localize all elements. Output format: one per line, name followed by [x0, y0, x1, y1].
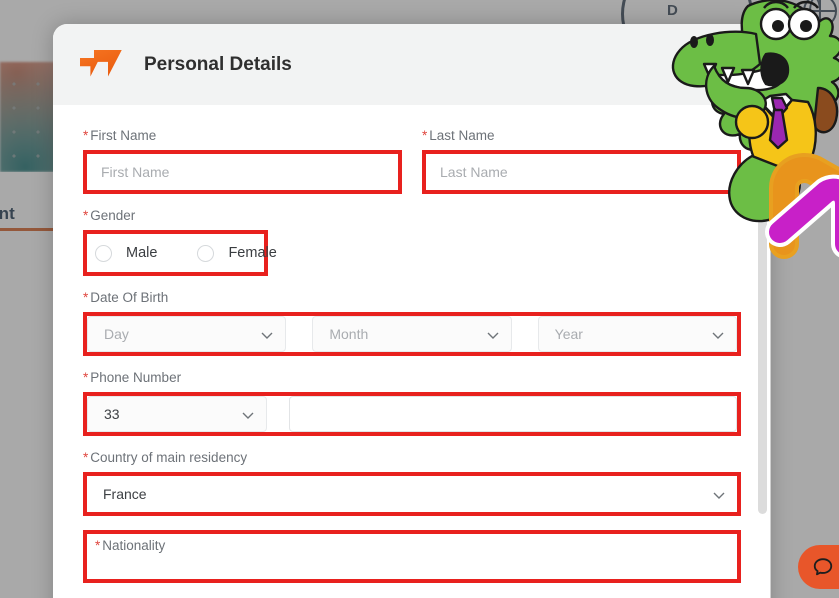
phone-country-code-select[interactable]: 33 [87, 396, 267, 432]
radio-circle-icon [197, 244, 215, 262]
day-select-value: Day [104, 326, 129, 342]
day-select-wrap: Day [87, 316, 287, 352]
radio-circle-icon [95, 244, 112, 262]
phone-number-wrap [289, 396, 737, 432]
radio-male[interactable]: Male [95, 244, 158, 262]
chat-widget-button[interactable] [798, 545, 839, 589]
phone-number-label: * Phone Number [83, 370, 182, 385]
country-residency-value: France [103, 486, 147, 502]
radio-male-label: Male [126, 245, 158, 261]
year-select[interactable]: Year [537, 316, 737, 352]
country-residency-highlight-box: France [83, 472, 741, 516]
phone-row: 33 [87, 396, 737, 432]
required-asterisk: * [83, 208, 89, 223]
phone-number-input[interactable] [289, 396, 737, 432]
country-residency-group: * Country of main residency France [83, 450, 741, 516]
required-asterisk: * [422, 128, 428, 143]
month-select-wrap: Month [312, 316, 512, 352]
nationality-group: * Nationality [83, 530, 741, 583]
date-of-birth-group: * Date Of Birth Day Month Year [83, 290, 741, 356]
logo-arrow-big [94, 49, 122, 77]
first-name-group: * First Name First Name [83, 128, 402, 194]
month-select-value: Month [329, 326, 369, 342]
day-select[interactable]: Day [87, 316, 287, 352]
required-asterisk: * [95, 538, 101, 553]
nationality-label: * Nationality [95, 538, 166, 553]
gender-label: * Gender [83, 208, 136, 223]
required-asterisk: * [83, 370, 89, 385]
modal-scrollbar-thumb[interactable] [758, 218, 767, 514]
chevron-down-icon [711, 328, 724, 341]
gender-highlight-box: Male Female [83, 230, 277, 276]
chevron-down-icon [241, 408, 254, 421]
required-asterisk: * [83, 450, 89, 465]
country-residency-label: * Country of main residency [83, 450, 248, 465]
nationality-input[interactable] [95, 553, 737, 571]
year-select-wrap: Year [537, 316, 737, 352]
year-select-value: Year [554, 326, 583, 342]
gender-group: * Gender Male Female [83, 208, 741, 276]
page-title: Personal Details [144, 53, 292, 75]
radio-female-label: Female [228, 245, 277, 261]
phone-number-group: * Phone Number 33 [83, 370, 741, 436]
nationality-highlight-box: * Nationality [83, 530, 741, 583]
phone-country-code-value: 33 [104, 406, 120, 422]
crocodile-mascot-illustration [660, 0, 839, 262]
radio-female[interactable]: Female [197, 244, 277, 262]
company-arrow-logo-icon [80, 49, 122, 81]
first-name-input[interactable]: First Name [87, 154, 398, 190]
chat-bubble-icon [812, 556, 834, 578]
required-asterisk: * [83, 128, 89, 143]
date-of-birth-highlight-box: Day Month Year [83, 312, 741, 356]
required-asterisk: * [83, 290, 89, 305]
country-residency-select[interactable]: France [87, 476, 737, 512]
first-name-label: * First Name [83, 128, 157, 143]
name-row: * First Name First Name * Last Name Last N… [83, 128, 741, 194]
chevron-down-icon [712, 488, 725, 501]
month-select[interactable]: Month [312, 316, 512, 352]
screen: unt D Personal Details [0, 0, 839, 598]
phone-number-highlight-box: 33 [83, 392, 741, 436]
gender-radio-group: Male Female [87, 234, 277, 272]
chevron-down-icon [260, 328, 273, 341]
chevron-down-icon [486, 328, 499, 341]
date-select-row: Day Month Year [87, 316, 737, 352]
first-name-highlight-box: First Name [83, 150, 402, 194]
date-of-birth-label: * Date Of Birth [83, 290, 169, 305]
phone-code-wrap: 33 [87, 396, 267, 432]
